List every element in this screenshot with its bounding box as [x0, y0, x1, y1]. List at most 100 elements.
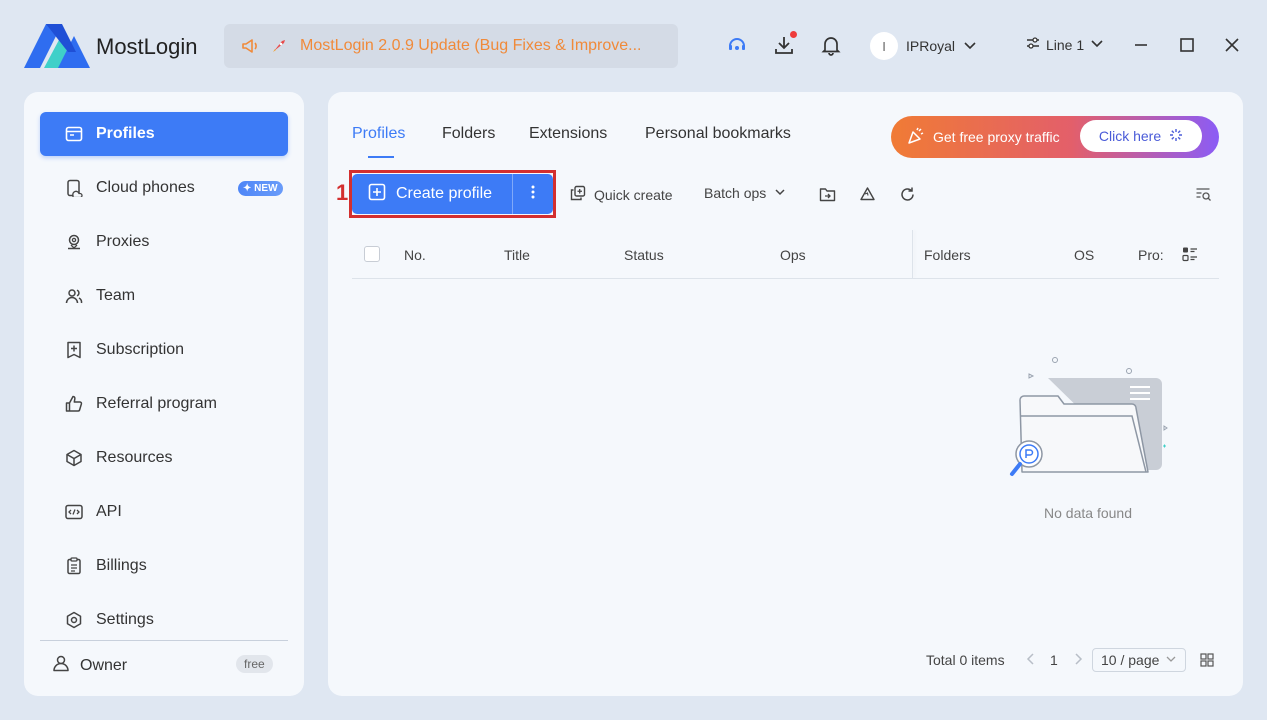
- sparkle-icon: [1169, 128, 1183, 145]
- download-icon[interactable]: [773, 31, 797, 56]
- column-title[interactable]: Title: [504, 247, 530, 263]
- sidebar-item-label: Billings: [96, 557, 147, 574]
- maximize-button[interactable]: [1176, 34, 1198, 56]
- chevron-down-icon: [1090, 36, 1104, 53]
- notification-dot: [790, 31, 797, 38]
- tab-extensions[interactable]: Extensions: [529, 125, 607, 143]
- code-icon: [64, 502, 84, 522]
- sidebar-item-resources[interactable]: Resources: [40, 436, 288, 480]
- sidebar-item-cloud-phones[interactable]: Cloud phones ✦ NEW: [40, 166, 288, 210]
- batch-ops-dropdown[interactable]: Batch ops: [704, 185, 786, 201]
- sidebar-item-api[interactable]: API: [40, 490, 288, 534]
- column-separator: [912, 230, 913, 278]
- new-badge-text: NEW: [254, 183, 278, 194]
- quick-create-label: Quick create: [594, 186, 673, 203]
- sidebar-item-referral-program[interactable]: Referral program: [40, 382, 288, 426]
- sidebar-item-billings[interactable]: Billings: [40, 544, 288, 588]
- sidebar-item-label: Team: [96, 287, 136, 304]
- user-icon: [52, 654, 70, 677]
- sidebar-item-label: Subscription: [96, 341, 185, 358]
- rocket-icon: [270, 36, 290, 56]
- thumbs-up-icon: [64, 394, 84, 414]
- copy-plus-icon: [570, 185, 586, 204]
- owner-label: Owner: [80, 656, 128, 674]
- chevron-down-icon: [963, 38, 977, 55]
- create-profile-button-group: Create profile: [352, 174, 553, 214]
- owner-account[interactable]: Owner: [52, 654, 127, 677]
- tab-folders[interactable]: Folders: [442, 125, 495, 143]
- column-folders[interactable]: Folders: [924, 247, 971, 263]
- sidebar-item-profiles[interactable]: Profiles: [40, 112, 288, 156]
- sidebar-item-team[interactable]: Team: [40, 274, 288, 318]
- sidebar-item-label: Settings: [96, 611, 154, 628]
- page-size-select[interactable]: 10 / page: [1092, 648, 1186, 672]
- bell-icon[interactable]: [820, 34, 842, 56]
- empty-state-illustration: [1002, 354, 1174, 494]
- move-to-folder-icon[interactable]: [818, 185, 836, 203]
- gear-icon: [64, 610, 84, 630]
- sidebar-item-proxies[interactable]: Proxies: [40, 220, 288, 264]
- new-badge: ✦ NEW: [238, 181, 283, 196]
- column-proxy[interactable]: Pro:: [1138, 247, 1164, 263]
- column-no[interactable]: No.: [404, 247, 426, 263]
- party-popper-icon: [907, 127, 925, 148]
- profile-card-icon: [64, 124, 84, 144]
- sidebar-item-label: Profiles: [96, 125, 155, 142]
- promo-button-label: Click here: [1098, 128, 1162, 144]
- sidebar: Profiles Cloud phones ✦ NEW Proxies Team…: [24, 92, 304, 696]
- app-name: MostLogin: [96, 34, 198, 59]
- sidebar-item-label: Proxies: [96, 233, 150, 250]
- user-name: IPRoyal: [906, 38, 956, 54]
- line-selector[interactable]: Line 1: [1026, 36, 1104, 53]
- column-os[interactable]: OS: [1074, 247, 1094, 263]
- tab-personal-bookmarks[interactable]: Personal bookmarks: [645, 125, 791, 143]
- prev-page-button[interactable]: [1026, 652, 1036, 668]
- column-status[interactable]: Status: [624, 247, 664, 263]
- line-label: Line 1: [1046, 36, 1085, 53]
- clipboard-icon: [64, 556, 84, 576]
- cloud-phone-icon: [64, 178, 84, 198]
- step-marker: 1: [336, 180, 349, 205]
- current-page[interactable]: 1: [1050, 652, 1058, 668]
- column-settings-icon[interactable]: [1182, 246, 1198, 265]
- main-panel: Profiles Folders Extensions Personal boo…: [328, 92, 1243, 696]
- promo-banner[interactable]: Get free proxy traffic Click here: [891, 116, 1219, 158]
- sidebar-divider: [40, 640, 288, 641]
- more-options-button[interactable]: [513, 174, 553, 214]
- chevron-down-icon: [774, 185, 786, 201]
- sidebar-item-subscription[interactable]: Subscription: [40, 328, 288, 372]
- create-profile-button[interactable]: Create profile: [352, 174, 513, 214]
- plus-square-icon: [368, 183, 386, 206]
- select-all-checkbox[interactable]: [364, 246, 380, 262]
- megaphone-icon: [240, 36, 260, 56]
- promo-click-here-button[interactable]: Click here: [1080, 120, 1202, 152]
- tab-profiles[interactable]: Profiles: [352, 125, 405, 143]
- minimize-button[interactable]: [1130, 34, 1152, 56]
- quick-create-button[interactable]: Quick create: [570, 185, 673, 204]
- next-page-button[interactable]: [1073, 652, 1083, 668]
- sidebar-item-label: Cloud phones: [96, 179, 195, 196]
- batch-ops-label: Batch ops: [704, 185, 767, 201]
- close-button[interactable]: [1221, 34, 1243, 56]
- sidebar-item-label: Referral program: [96, 395, 217, 412]
- user-menu[interactable]: I IPRoyal: [870, 31, 977, 61]
- column-ops[interactable]: Ops: [780, 247, 806, 263]
- sidebar-item-settings[interactable]: Settings: [40, 598, 288, 642]
- grid-view-icon[interactable]: [1200, 653, 1214, 670]
- avatar: I: [870, 32, 898, 60]
- sidebar-item-label: API: [96, 503, 122, 520]
- refresh-icon[interactable]: [898, 185, 916, 203]
- promo-text: Get free proxy traffic: [933, 129, 1060, 145]
- active-tab-indicator: [368, 156, 394, 158]
- page-size-value: 10 / page: [1101, 652, 1160, 668]
- announcement-banner[interactable]: MostLogin 2.0.9 Update (Bug Fixes & Impr…: [224, 24, 678, 68]
- create-profile-label: Create profile: [396, 185, 493, 202]
- support-icon[interactable]: [726, 34, 748, 56]
- search-list-icon[interactable]: [1194, 185, 1212, 203]
- title-bar: MostLogin MostLogin 2.0.9 Update (Bug Fi…: [0, 0, 1267, 92]
- cube-icon: [64, 448, 84, 468]
- recycle-icon[interactable]: [858, 185, 876, 203]
- mostlogin-logo: [24, 24, 90, 68]
- table-header: No. Title Status Ops Folders OS Pro:: [352, 230, 1219, 279]
- team-icon: [64, 286, 84, 306]
